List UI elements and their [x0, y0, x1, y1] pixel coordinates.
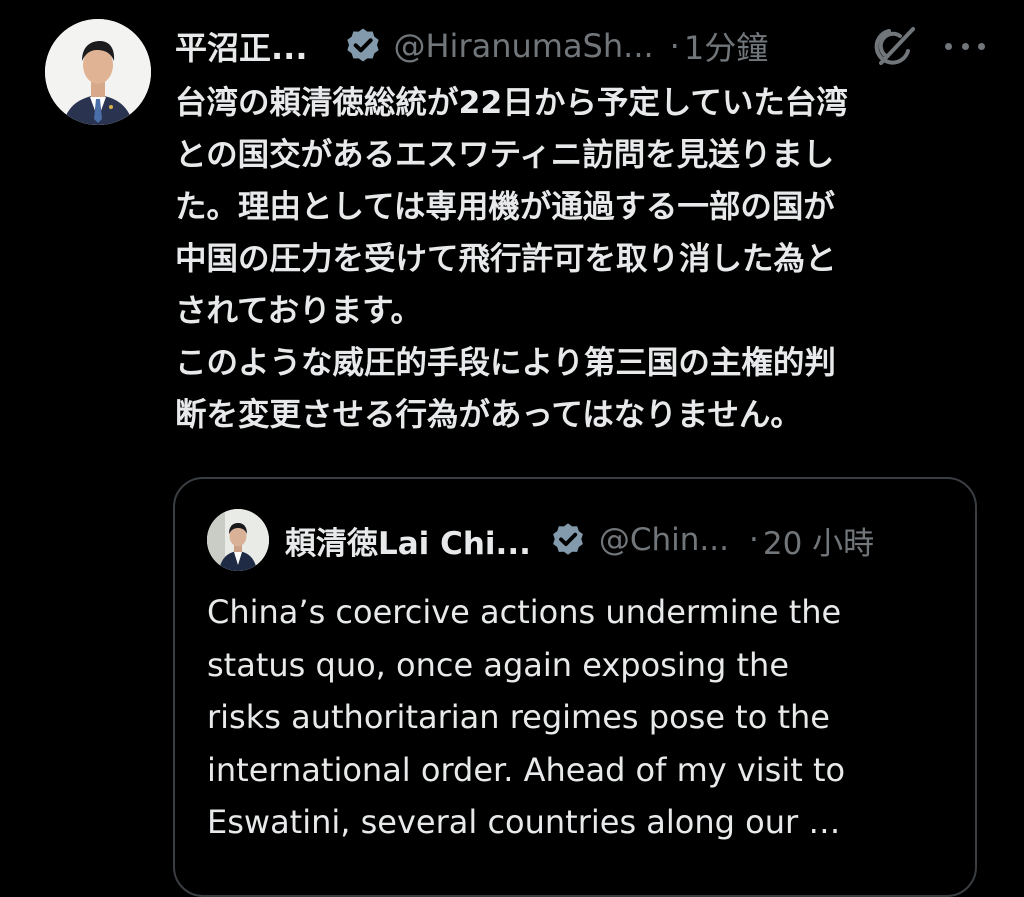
quoted-author-avatar[interactable] [207, 509, 269, 571]
author-handle[interactable]: @HiranumaSh... [393, 27, 653, 65]
post-text-line: 断を変更させる行為があってはなりません。 [175, 397, 802, 433]
quoted-text-line: status quo, once again exposing the [207, 645, 789, 684]
quoted-author-handle[interactable]: @Chin... [599, 522, 729, 558]
post-text: 台湾の頼清徳総統が22日から予定していた台湾 との国交があるエスワティニ訪問を見… [175, 77, 975, 441]
quoted-text-line: Eswatini, several countries along our … [207, 803, 841, 841]
post-text-line: このような威圧的手段により第三国の主権的判 [175, 345, 836, 381]
grok-icon[interactable] [873, 23, 919, 69]
post-time[interactable]: 1分鐘 [684, 23, 768, 69]
quoted-header-separator: · [749, 522, 759, 558]
post-text-line: 台湾の頼清徳総統が22日から予定していた台湾 [175, 85, 848, 121]
quoted-text-line: China’s coercive actions undermine the [207, 593, 842, 631]
quoted-post-text: China’s coercive actions undermine the s… [207, 586, 967, 849]
post-header: 平沼正... @HiranumaSh... · 1分鐘 [175, 18, 985, 74]
author-avatar[interactable] [45, 19, 151, 125]
quoted-post-header: 頼清徳Lai Chi... @Chin... · 20 小時 [285, 514, 874, 566]
header-separator: · [669, 27, 680, 65]
quoted-author-display-name[interactable]: 頼清徳Lai Chi... [285, 518, 531, 563]
quoted-text-line: international order. Ahead of my visit t… [207, 750, 846, 789]
verified-badge-icon[interactable] [343, 26, 383, 66]
verified-badge-icon[interactable] [549, 521, 587, 559]
author-avatar-image [45, 19, 151, 125]
post-text-line: されております。 [175, 293, 422, 329]
post[interactable]: 平沼正... @HiranumaSh... · 1分鐘 台湾の頼清徳総統が22日… [0, 0, 1024, 897]
quoted-text-line: risks authoritarian regimes pose to the [207, 698, 830, 736]
quoted-post-card[interactable]: 頼清徳Lai Chi... @Chin... · 20 小時 China’s c… [173, 477, 977, 897]
post-text-line: との国交があるエスワティニ訪問を見送りまし [175, 137, 835, 173]
author-display-name[interactable]: 平沼正... [175, 23, 307, 69]
post-text-line: 中国の圧力を受けて飛行許可を取り消した為と [175, 241, 837, 277]
quoted-post-time[interactable]: 20 小時 [763, 518, 874, 563]
post-text-line: た。理由としては専用機が通過する一部の国が [175, 189, 835, 225]
quoted-author-avatar-image [207, 509, 269, 571]
more-options-icon[interactable] [945, 36, 985, 56]
